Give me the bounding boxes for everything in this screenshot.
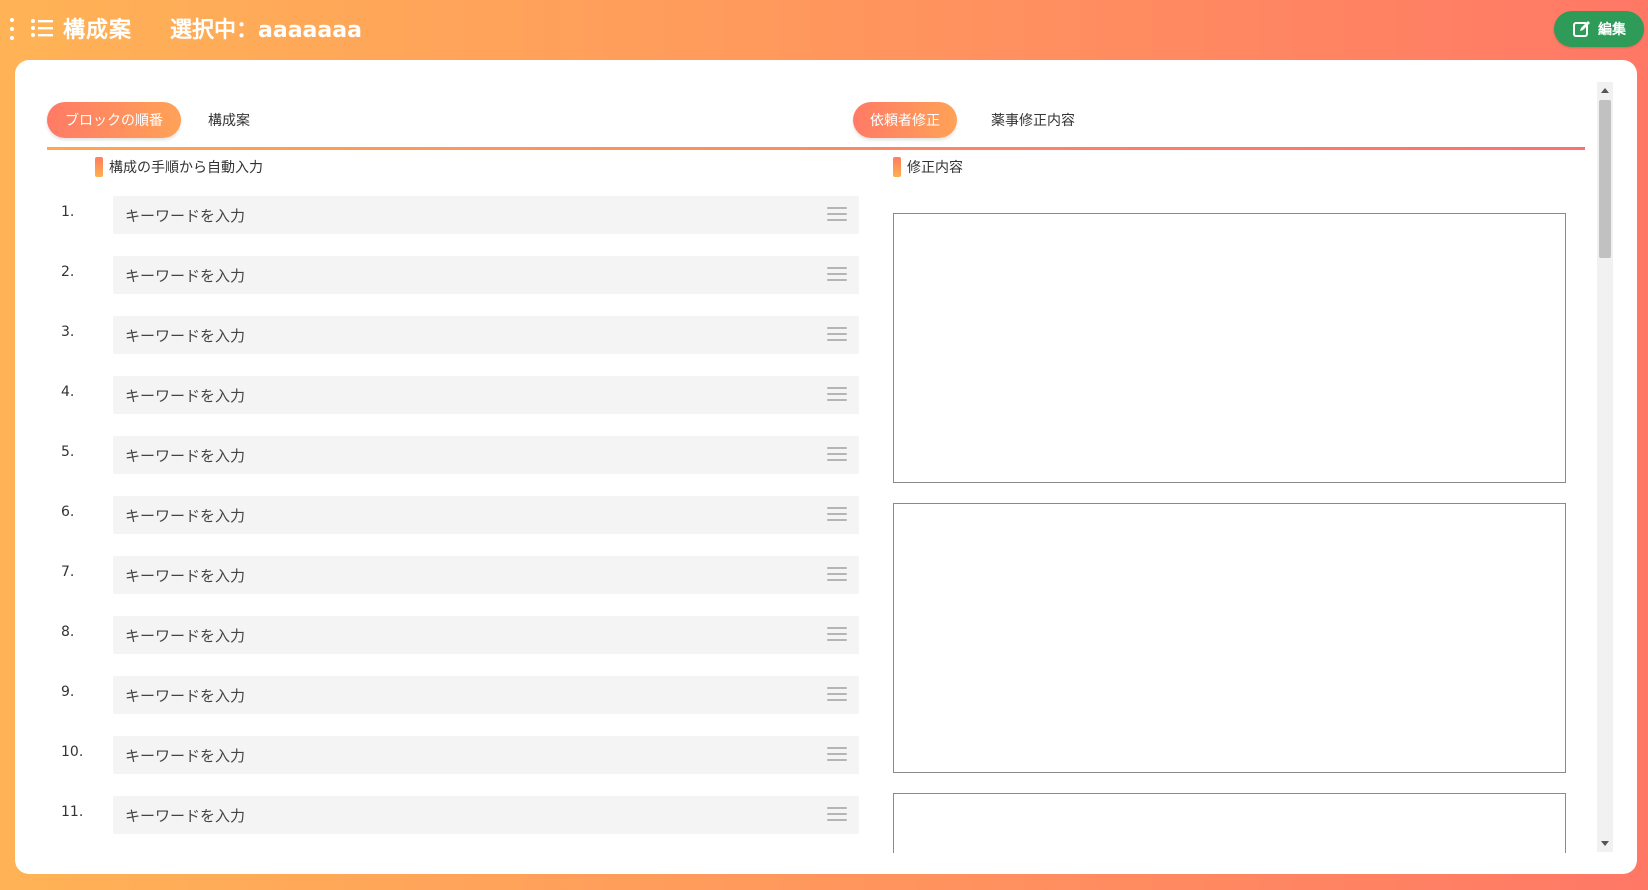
keyword-input[interactable]: キーワードを入力 (113, 556, 859, 594)
list-item: 11. キーワードを入力 (61, 796, 861, 834)
row-number: 5. (61, 444, 75, 460)
edit-button[interactable]: 編集 (1554, 11, 1644, 47)
vertical-scrollbar[interactable] (1597, 82, 1613, 852)
revision-textarea[interactable] (893, 793, 1566, 853)
revision-textarea[interactable] (893, 213, 1566, 483)
list-item: 9. キーワードを入力 (61, 676, 861, 714)
tab-block-order[interactable]: ブロックの順番 (47, 102, 181, 138)
row-number: 10. (61, 744, 84, 760)
keyword-input[interactable]: キーワードを入力 (113, 616, 859, 654)
drag-handle-icon[interactable] (827, 387, 847, 403)
page-title: 構成案 (63, 18, 133, 43)
main-card: ブロックの順番 構成案 依頼者修正 薬事修正内容 構成の手順から自動入力 修正内… (15, 60, 1637, 874)
keyword-input[interactable]: キーワードを入力 (113, 316, 859, 354)
drag-handle-icon[interactable] (827, 627, 847, 643)
tab-client-revision[interactable]: 依頼者修正 (853, 102, 957, 138)
tab-composition[interactable]: 構成案 (195, 102, 263, 138)
row-number: 11. (61, 804, 84, 820)
heading-marker (893, 157, 901, 177)
revision-textarea[interactable] (893, 503, 1566, 773)
list-item: 7. キーワードを入力 (61, 556, 861, 594)
row-number: 2. (61, 264, 75, 280)
drag-handle-icon[interactable] (827, 267, 847, 283)
scroll-up-icon[interactable] (1601, 88, 1609, 93)
keyword-input[interactable]: キーワードを入力 (113, 796, 859, 834)
row-number: 7. (61, 564, 75, 580)
keyword-input[interactable]: キーワードを入力 (113, 676, 859, 714)
drag-handle-icon[interactable] (827, 507, 847, 523)
list-item: 4. キーワードを入力 (61, 376, 861, 414)
list-item: 3. キーワードを入力 (61, 316, 861, 354)
top-bar: 構成案 選択中：aaaaaaa 編集 (0, 0, 1648, 60)
tab-divider (47, 147, 1585, 150)
left-section-heading: 構成の手順から自動入力 (95, 156, 263, 178)
list-item: 10. キーワードを入力 (61, 736, 861, 774)
row-number: 9. (61, 684, 75, 700)
edit-icon (1573, 21, 1590, 37)
keyword-input[interactable]: キーワードを入力 (113, 376, 859, 414)
edit-button-label: 編集 (1598, 22, 1626, 38)
list-item: 1. キーワードを入力 (61, 196, 861, 234)
drag-handle-icon[interactable] (827, 447, 847, 463)
scrollbar-thumb[interactable] (1599, 100, 1611, 258)
drag-handle-icon[interactable] (827, 687, 847, 703)
left-section-heading-text: 構成の手順から自動入力 (109, 160, 263, 176)
list-item: 2. キーワードを入力 (61, 256, 861, 294)
row-number: 1. (61, 204, 75, 220)
list-item: 5. キーワードを入力 (61, 436, 861, 474)
keyword-input[interactable]: キーワードを入力 (113, 256, 859, 294)
drag-handle-icon[interactable] (827, 747, 847, 763)
list-icon[interactable] (30, 16, 54, 40)
list-item: 8. キーワードを入力 (61, 616, 861, 654)
scroll-down-icon[interactable] (1601, 841, 1609, 846)
heading-marker (95, 157, 103, 177)
drag-handle-icon[interactable] (827, 567, 847, 583)
tab-pharma-revision[interactable]: 薬事修正内容 (981, 102, 1085, 138)
row-number: 3. (61, 324, 75, 340)
right-section-heading: 修正内容 (893, 156, 963, 178)
drag-handle-icon[interactable] (827, 327, 847, 343)
keyword-input[interactable]: キーワードを入力 (113, 736, 859, 774)
row-number: 6. (61, 504, 75, 520)
keyword-input[interactable]: キーワードを入力 (113, 436, 859, 474)
row-number: 8. (61, 624, 75, 640)
selected-item-label: 選択中：aaaaaaa (170, 18, 362, 43)
keyword-input[interactable]: キーワードを入力 (113, 196, 859, 234)
keyword-input[interactable]: キーワードを入力 (113, 496, 859, 534)
more-vertical-icon[interactable] (9, 18, 15, 40)
row-number: 4. (61, 384, 75, 400)
list-item: 6. キーワードを入力 (61, 496, 861, 534)
drag-handle-icon[interactable] (827, 207, 847, 223)
right-section-heading-text: 修正内容 (907, 160, 963, 176)
drag-handle-icon[interactable] (827, 807, 847, 823)
